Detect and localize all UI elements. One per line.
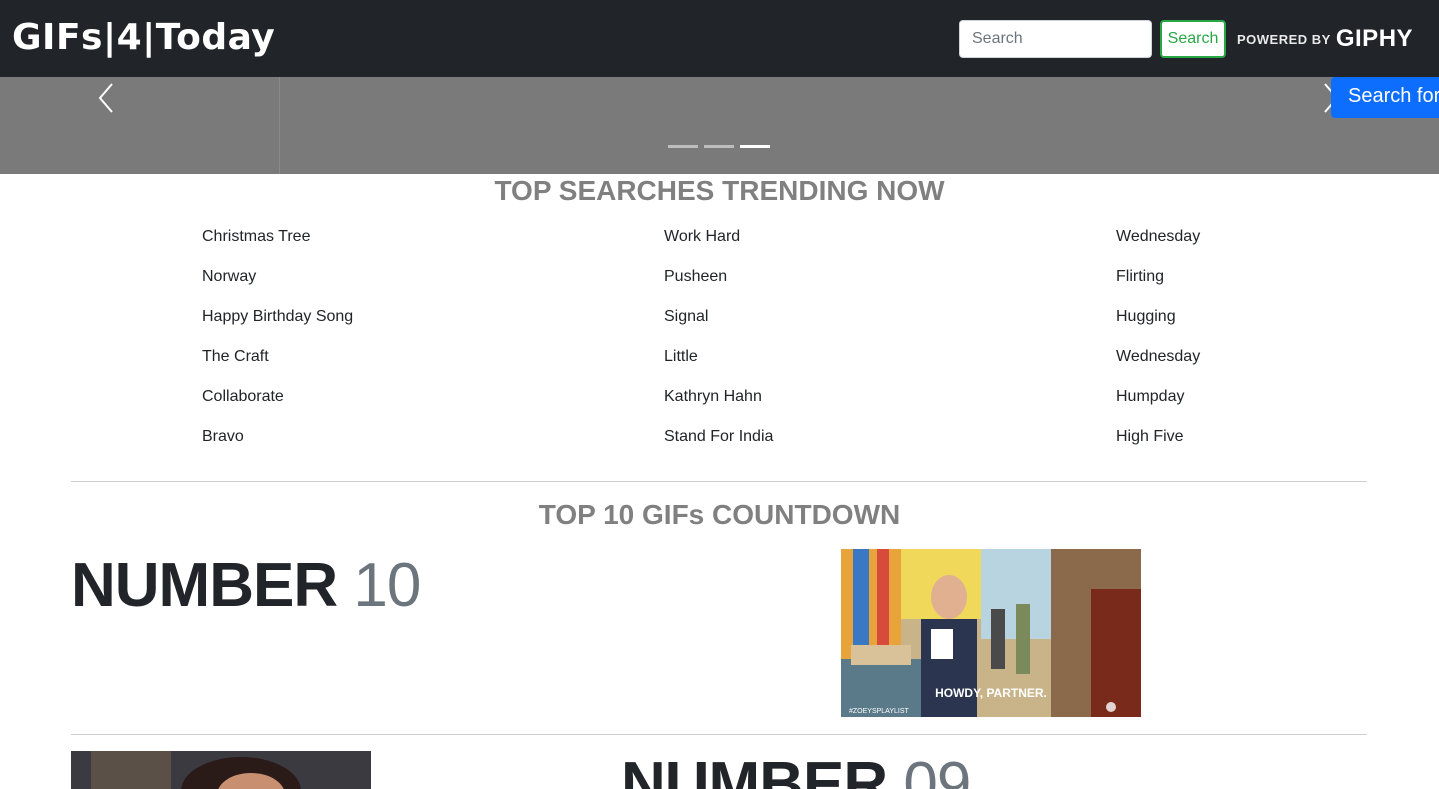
trending-link[interactable]: Hugging: [1116, 302, 1200, 342]
trending-link[interactable]: Wednesday: [1116, 222, 1200, 262]
navbar: GIFs|4|Today Search POWERED BY GIPHY: [0, 0, 1439, 77]
section-divider: [71, 734, 1367, 735]
trending-link[interactable]: Happy Birthday Song: [202, 302, 353, 342]
search-for-button[interactable]: Search for: [1331, 77, 1439, 118]
trending-column-1: Christmas Tree Norway Happy Birthday Son…: [202, 222, 353, 462]
trending-link[interactable]: Flirting: [1116, 262, 1200, 302]
countdown-heading-10: NUMBER 10: [71, 550, 421, 622]
carousel-slide-edge: [279, 77, 280, 174]
carousel-indicator-1[interactable]: [668, 145, 698, 148]
search-input[interactable]: [959, 20, 1152, 58]
trending-link[interactable]: Work Hard: [664, 222, 773, 262]
trending-link[interactable]: Pusheen: [664, 262, 773, 302]
gif-caption: HOWDY, PARTNER.: [935, 686, 1047, 700]
network-logo-icon: [1106, 702, 1116, 712]
carousel-indicator-3[interactable]: [740, 145, 770, 148]
trending-link[interactable]: Humpday: [1116, 382, 1200, 422]
trending-link[interactable]: High Five: [1116, 422, 1200, 462]
powered-by-label: POWERED BY: [1237, 31, 1331, 47]
carousel: Search for: [0, 77, 1439, 174]
trending-column-3: Wednesday Flirting Hugging Wednesday Hum…: [1116, 222, 1200, 462]
number-label: NUMBER: [621, 750, 888, 789]
trending-link[interactable]: Stand For India: [664, 422, 773, 462]
carousel-indicators: [668, 145, 770, 148]
trending-title: TOP SEARCHES TRENDING NOW: [494, 175, 945, 206]
carousel-prev-icon[interactable]: [92, 83, 122, 113]
gif-tag: #ZOEYSPLAYLIST: [849, 708, 910, 715]
countdown-heading-09: NUMBER 09: [621, 749, 971, 789]
search-button[interactable]: Search: [1160, 20, 1226, 58]
carousel-indicator-2[interactable]: [704, 145, 734, 148]
trending-link[interactable]: Christmas Tree: [202, 222, 353, 262]
number-value: 10: [353, 551, 421, 620]
section-divider: [71, 481, 1367, 482]
brand-logo[interactable]: GIFs|4|Today: [12, 16, 275, 60]
powered-by-giphy-logo: POWERED BY GIPHY: [1237, 25, 1414, 52]
trending-link[interactable]: Little: [664, 342, 773, 382]
trending-column-2: Work Hard Pusheen Signal Little Kathryn …: [664, 222, 773, 462]
number-label: NUMBER: [71, 551, 338, 620]
number-value: 09: [903, 750, 971, 789]
trending-link[interactable]: Bravo: [202, 422, 353, 462]
gif-thumbnail-09[interactable]: [71, 751, 371, 789]
trending-link[interactable]: Signal: [664, 302, 773, 342]
giphy-wordmark: GIPHY: [1335, 25, 1414, 52]
countdown-title: TOP 10 GIFs COUNTDOWN: [538, 499, 901, 530]
trending-link[interactable]: The Craft: [202, 342, 353, 382]
gif-thumbnail-10[interactable]: HOWDY, PARTNER. #ZOEYSPLAYLIST: [841, 549, 1141, 717]
trending-link[interactable]: Kathryn Hahn: [664, 382, 773, 422]
trending-link[interactable]: Collaborate: [202, 382, 353, 422]
trending-link[interactable]: Wednesday: [1116, 342, 1200, 382]
trending-link[interactable]: Norway: [202, 262, 353, 302]
